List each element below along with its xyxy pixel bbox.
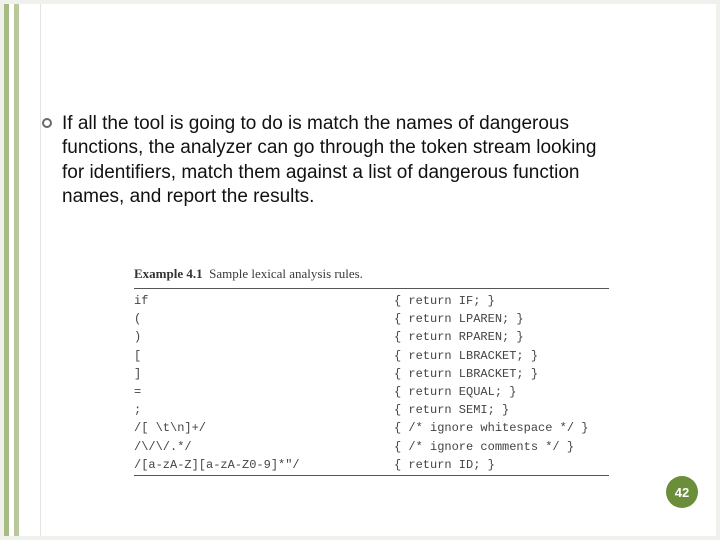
bullet-item: If all the tool is going to do is match …	[42, 112, 678, 209]
lex-pattern: ;	[134, 402, 394, 418]
example-label: Example 4.1	[134, 266, 203, 281]
lex-pattern: )	[134, 329, 394, 345]
divider	[134, 475, 609, 476]
divider	[134, 288, 609, 289]
lex-action: { return LPAREN; }	[394, 311, 609, 327]
lex-action: { return LBRACKET; }	[394, 348, 609, 364]
lex-action: { /* ignore comments */ }	[394, 439, 609, 455]
bullet-text: If all the tool is going to do is match …	[62, 112, 622, 209]
lex-action: { return IF; }	[394, 293, 609, 309]
lex-rules-table: if { return IF; } ( { return LPAREN; } )…	[134, 293, 609, 473]
content-area: If all the tool is going to do is match …	[42, 112, 678, 209]
example-title: Example 4.1 Sample lexical analysis rule…	[134, 266, 609, 282]
slide: If all the tool is going to do is match …	[4, 4, 716, 536]
lex-pattern: ]	[134, 366, 394, 382]
bullet-icon	[42, 118, 52, 128]
lex-action: { return SEMI; }	[394, 402, 609, 418]
page-number-badge: 42	[666, 476, 698, 508]
lex-action: { return RPAREN; }	[394, 329, 609, 345]
lex-pattern: /\/\/.*/	[134, 439, 394, 455]
lex-pattern: (	[134, 311, 394, 327]
lex-action: { return ID; }	[394, 457, 609, 473]
lex-action: { return EQUAL; }	[394, 384, 609, 400]
example-caption: Sample lexical analysis rules.	[209, 266, 363, 281]
lex-action: { /* ignore whitespace */ }	[394, 420, 609, 436]
page-number: 42	[675, 485, 689, 500]
lex-pattern: =	[134, 384, 394, 400]
lex-pattern: if	[134, 293, 394, 309]
decor-stripe	[19, 4, 24, 536]
lex-pattern: /[ \t\n]+/	[134, 420, 394, 436]
lex-pattern: [	[134, 348, 394, 364]
example-block: Example 4.1 Sample lexical analysis rule…	[134, 266, 609, 480]
lex-action: { return LBRACKET; }	[394, 366, 609, 382]
decor-vline	[40, 4, 41, 536]
lex-pattern: /[a-zA-Z][a-zA-Z0-9]*"/	[134, 457, 394, 473]
